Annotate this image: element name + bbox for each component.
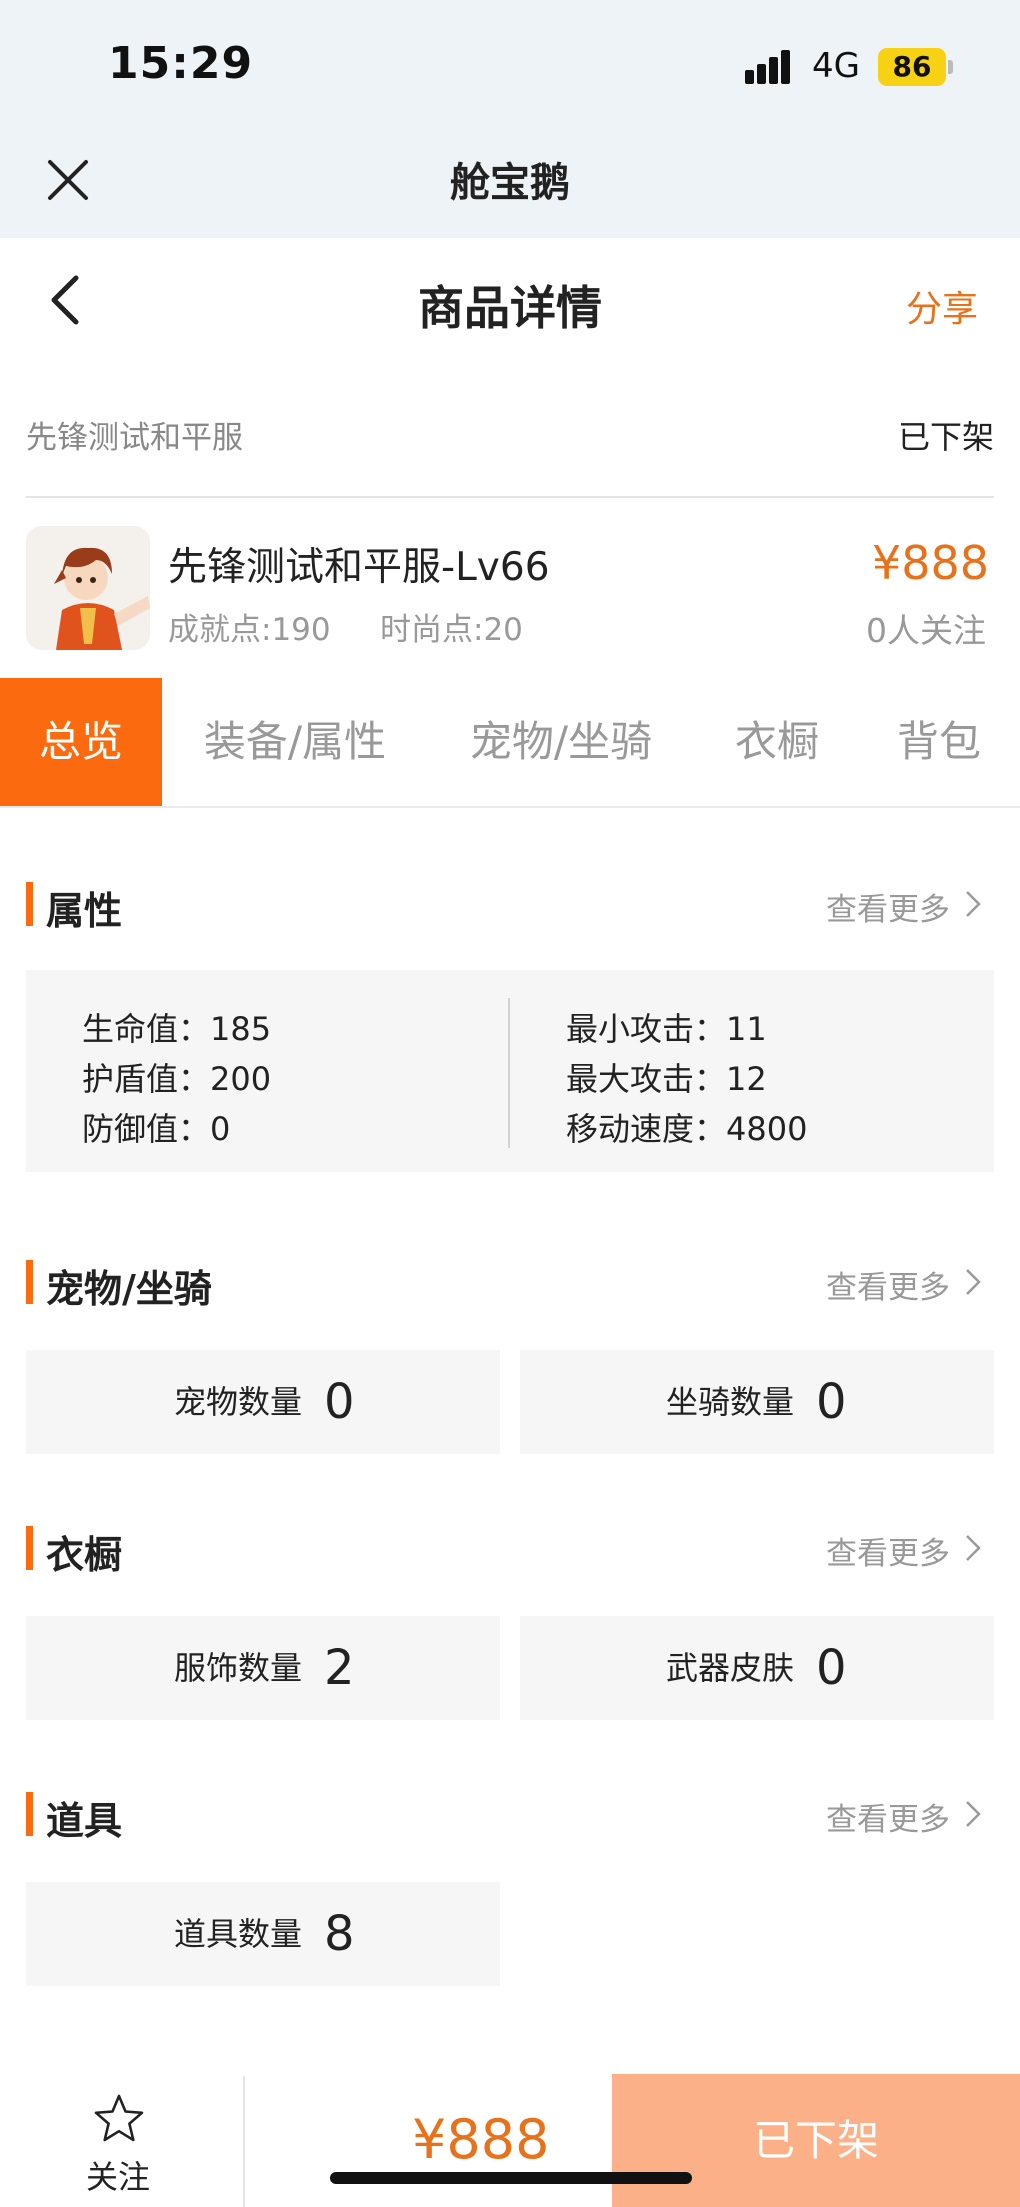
divider (26, 496, 994, 498)
item-count-card[interactable]: 道具数量 8 (26, 1882, 500, 1986)
mini-app-title: 舱宝鹅 (450, 160, 570, 206)
follower-count: 0人关注 (866, 611, 986, 650)
chevron-right-icon (966, 1269, 981, 1295)
page-title: 商品详情 (418, 281, 602, 335)
attr-max-attack: 最大攻击：12 (566, 1060, 767, 1098)
tab-bar: 总览 装备/属性 宠物/坐骑 衣橱 背包 (0, 678, 1020, 808)
account-name: 先锋测试和平服 (26, 420, 243, 456)
attr-hp: 生命值：185 (82, 1010, 272, 1048)
card-value: 2 (324, 1640, 355, 1696)
weapon-skin-card[interactable]: 武器皮肤 0 (520, 1616, 994, 1720)
tab-overview[interactable]: 总览 (0, 678, 162, 806)
listing-status: 已下架 (898, 418, 995, 456)
star-icon[interactable] (92, 2092, 146, 2146)
outfit-count-card[interactable]: 服饰数量 2 (26, 1616, 500, 1720)
view-more-items[interactable]: 查看更多 (826, 1794, 950, 1839)
signal-icon (745, 48, 797, 84)
bottom-divider (243, 2076, 245, 2207)
tab-backpack[interactable]: 背包 (882, 678, 996, 806)
follow-button[interactable]: 关注 (86, 2152, 150, 2198)
delisted-button[interactable]: 已下架 (612, 2074, 1020, 2207)
network-type: 4G (812, 46, 860, 86)
section-accent (26, 1260, 33, 1304)
attr-shield: 护盾值：200 (82, 1060, 272, 1098)
section-title-wardrobe: 衣橱 (46, 1533, 123, 1577)
tab-pets-mounts[interactable]: 宠物/坐骑 (456, 678, 666, 806)
card-value: 0 (324, 1374, 355, 1430)
view-more-attributes[interactable]: 查看更多 (826, 884, 950, 929)
card-label: 宠物数量 (174, 1383, 303, 1421)
card-value: 8 (324, 1906, 355, 1962)
card-value: 0 (816, 1640, 847, 1696)
fashion-points: 时尚点:20 (380, 612, 523, 648)
view-more-pets[interactable]: 查看更多 (826, 1262, 950, 1307)
attr-min-attack: 最小攻击：11 (566, 1010, 767, 1048)
section-accent (26, 1792, 33, 1836)
status-time: 15:29 (108, 38, 254, 89)
attr-defense: 防御值：0 (82, 1110, 231, 1148)
card-value: 0 (816, 1374, 847, 1430)
attr-move-speed: 移动速度：4800 (566, 1110, 808, 1148)
card-label: 坐骑数量 (666, 1383, 795, 1421)
battery-icon: 86 (878, 48, 946, 86)
section-title-attributes: 属性 (46, 889, 123, 933)
mount-count-card[interactable]: 坐骑数量 0 (520, 1350, 994, 1454)
card-label: 服饰数量 (174, 1649, 303, 1687)
achievement-points: 成就点:190 (168, 612, 331, 648)
character-avatar (26, 526, 150, 650)
bottom-price: ¥888 (412, 2108, 550, 2171)
chevron-right-icon (966, 1535, 981, 1561)
pet-count-card[interactable]: 宠物数量 0 (26, 1350, 500, 1454)
attributes-divider (508, 998, 510, 1148)
card-label: 武器皮肤 (666, 1649, 795, 1687)
home-indicator[interactable] (330, 2172, 692, 2184)
section-accent (26, 1526, 33, 1570)
chevron-right-icon (966, 891, 981, 917)
section-title-items: 道具 (46, 1799, 123, 1843)
tab-wardrobe[interactable]: 衣橱 (720, 678, 834, 806)
section-title-pets: 宠物/坐骑 (46, 1267, 212, 1311)
card-label: 道具数量 (174, 1915, 303, 1953)
battery-tip (948, 60, 953, 74)
tab-equipment[interactable]: 装备/属性 (190, 678, 400, 806)
product-price: ¥888 (872, 536, 990, 590)
chevron-right-icon (966, 1801, 981, 1827)
section-accent (26, 882, 33, 926)
share-button[interactable]: 分享 (906, 280, 978, 332)
view-more-wardrobe[interactable]: 查看更多 (826, 1528, 950, 1573)
attributes-panel: 生命值：185 护盾值：200 防御值：0 最小攻击：11 最大攻击：12 移动… (26, 970, 994, 1172)
product-title: 先锋测试和平服-Lv66 (168, 545, 550, 590)
